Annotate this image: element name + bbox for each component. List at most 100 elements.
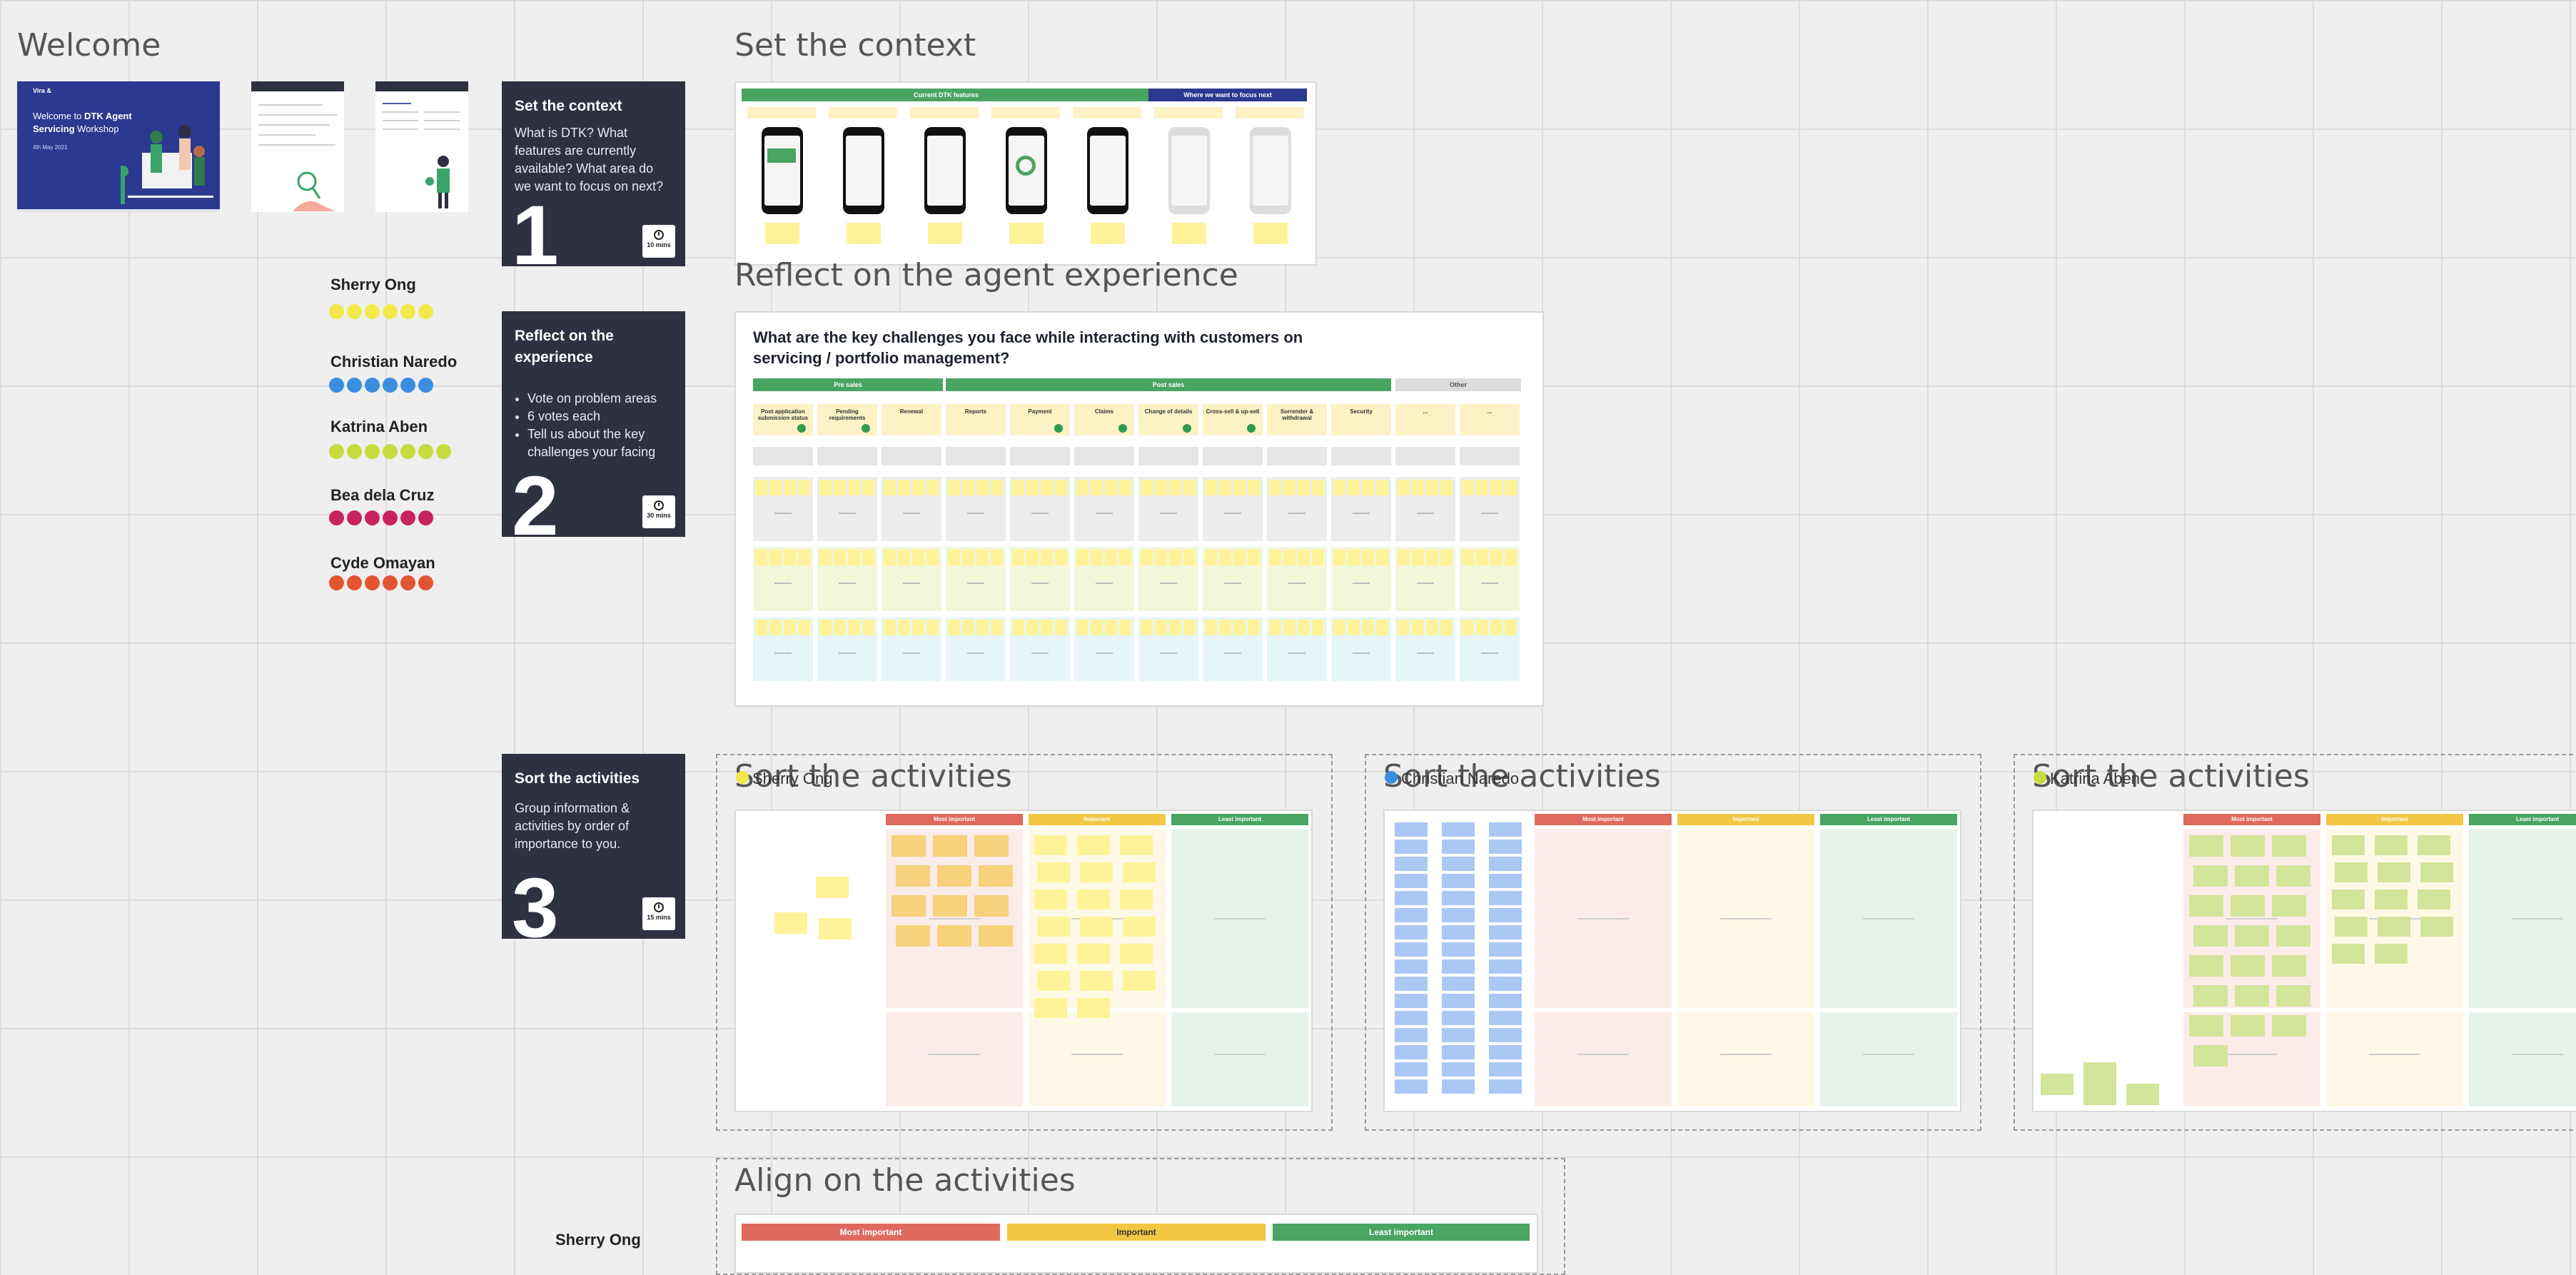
sticky-note[interactable] xyxy=(784,480,796,495)
sticky-note[interactable] xyxy=(926,480,939,495)
sticky-note[interactable] xyxy=(2378,917,2410,937)
sticky-note[interactable] xyxy=(1395,840,1428,854)
sticky-note[interactable] xyxy=(1490,480,1502,495)
sticky-note[interactable] xyxy=(819,620,832,635)
vote-dot[interactable] xyxy=(329,378,344,393)
sticky-note[interactable] xyxy=(1442,959,1475,974)
sticky-note[interactable] xyxy=(769,550,782,565)
sticky-note[interactable] xyxy=(1395,1062,1428,1077)
sticky-note[interactable] xyxy=(1442,1011,1475,1025)
vote-dot[interactable] xyxy=(1054,424,1063,433)
vote-dot[interactable] xyxy=(347,510,362,525)
sticky-note[interactable] xyxy=(1034,998,1067,1018)
sticky-note[interactable] xyxy=(2335,862,2368,882)
sticky-note[interactable] xyxy=(1076,620,1089,635)
sticky-note[interactable] xyxy=(991,620,1003,635)
vote-dot[interactable] xyxy=(1118,424,1127,433)
priority-zone-bottom[interactable] xyxy=(886,1012,1023,1107)
sticky-note[interactable] xyxy=(848,620,860,635)
sticky-note[interactable] xyxy=(1442,1045,1475,1059)
sticky-note[interactable] xyxy=(1105,620,1117,635)
sticky-note[interactable] xyxy=(769,620,782,635)
sticky-note[interactable] xyxy=(1312,550,1324,565)
sticky-note[interactable] xyxy=(2375,944,2408,964)
sticky-note[interactable] xyxy=(1041,550,1053,565)
sticky-note[interactable] xyxy=(1442,891,1475,905)
sticky-note[interactable] xyxy=(2189,835,2223,857)
sticky-note[interactable] xyxy=(976,550,989,565)
sticky-note[interactable] xyxy=(834,620,846,635)
sticky-note[interactable] xyxy=(1283,480,1295,495)
sticky-note[interactable] xyxy=(1395,977,1428,991)
sticky-note[interactable] xyxy=(2189,895,2223,917)
sticky-note[interactable] xyxy=(798,620,810,635)
sticky-note[interactable] xyxy=(1490,550,1502,565)
vote-dot[interactable] xyxy=(365,378,380,393)
sticky-note[interactable] xyxy=(1426,480,1438,495)
sticky-note[interactable] xyxy=(1034,835,1067,855)
sticky-note[interactable] xyxy=(1489,925,1522,939)
sticky-note[interactable] xyxy=(1489,822,1522,837)
sticky-note[interactable] xyxy=(1269,480,1281,495)
sticky-note[interactable] xyxy=(755,620,767,635)
vote-dot[interactable] xyxy=(383,444,398,459)
sticky-note[interactable] xyxy=(1398,480,1410,495)
sticky-note[interactable] xyxy=(2276,865,2310,887)
sticky-note[interactable] xyxy=(1312,480,1324,495)
sticky-note[interactable] xyxy=(1233,550,1246,565)
sticky-note[interactable] xyxy=(1269,620,1281,635)
sticky-note[interactable] xyxy=(1076,480,1089,495)
sticky-note[interactable] xyxy=(2235,925,2269,947)
sticky-note[interactable] xyxy=(1037,917,1070,937)
sticky-note[interactable] xyxy=(1489,891,1522,905)
sticky-note[interactable] xyxy=(1440,480,1453,495)
sticky-note[interactable] xyxy=(755,480,767,495)
sticky-note[interactable] xyxy=(1219,480,1231,495)
sticky-note[interactable] xyxy=(1169,620,1181,635)
sticky-note[interactable] xyxy=(862,550,874,565)
sticky-note[interactable] xyxy=(847,223,881,244)
vote-dot[interactable] xyxy=(329,575,344,590)
sticky-note[interactable] xyxy=(974,895,1009,917)
sticky-note[interactable] xyxy=(1253,223,1288,244)
sticky-note[interactable] xyxy=(1076,550,1089,565)
sort-board[interactable]: Most important Important Least important xyxy=(2032,810,2576,1112)
context-board[interactable]: Current DTK features Where we want to fo… xyxy=(734,81,1317,266)
sticky-note[interactable] xyxy=(1091,620,1103,635)
sticky-note[interactable] xyxy=(1119,480,1131,495)
sticky-note[interactable] xyxy=(2375,890,2408,909)
vote-dot[interactable] xyxy=(365,304,380,319)
sticky-note[interactable] xyxy=(1376,550,1388,565)
sticky-note[interactable] xyxy=(1283,550,1295,565)
sticky-note[interactable] xyxy=(1398,550,1410,565)
sticky-note[interactable] xyxy=(2235,865,2269,887)
sticky-note[interactable] xyxy=(1489,1028,1522,1042)
sticky-note[interactable] xyxy=(928,223,962,244)
sticky-note[interactable] xyxy=(933,835,967,857)
sticky-note[interactable] xyxy=(1183,480,1196,495)
sticky-note[interactable] xyxy=(1105,550,1117,565)
vote-dot[interactable] xyxy=(400,575,415,590)
sticky-note[interactable] xyxy=(1123,971,1156,991)
sticky-note[interactable] xyxy=(2418,835,2450,855)
sticky-note[interactable] xyxy=(991,480,1003,495)
vote-dot[interactable] xyxy=(862,424,870,433)
sticky-note[interactable] xyxy=(1333,620,1345,635)
sticky-note[interactable] xyxy=(2235,985,2269,1007)
sticky-note[interactable] xyxy=(1348,620,1360,635)
sticky-note[interactable] xyxy=(979,925,1013,947)
sticky-note[interactable] xyxy=(2189,955,2223,977)
sticky-note[interactable] xyxy=(1077,835,1110,855)
sticky-note[interactable] xyxy=(1476,550,1488,565)
sticky-note[interactable] xyxy=(1026,550,1039,565)
sticky-note[interactable] xyxy=(948,620,960,635)
vote-dot[interactable] xyxy=(400,304,415,319)
sticky-note[interactable] xyxy=(2083,1062,2116,1084)
sticky-note[interactable] xyxy=(1412,550,1424,565)
sticky-note[interactable] xyxy=(1248,480,1260,495)
activity-card-2[interactable]: Reflect on the experience Vote on proble… xyxy=(502,311,685,548)
sticky-note[interactable] xyxy=(1395,874,1428,888)
sticky-note[interactable] xyxy=(1080,862,1113,882)
sticky-note[interactable] xyxy=(896,865,930,887)
phone-mockup[interactable] xyxy=(1087,127,1128,214)
